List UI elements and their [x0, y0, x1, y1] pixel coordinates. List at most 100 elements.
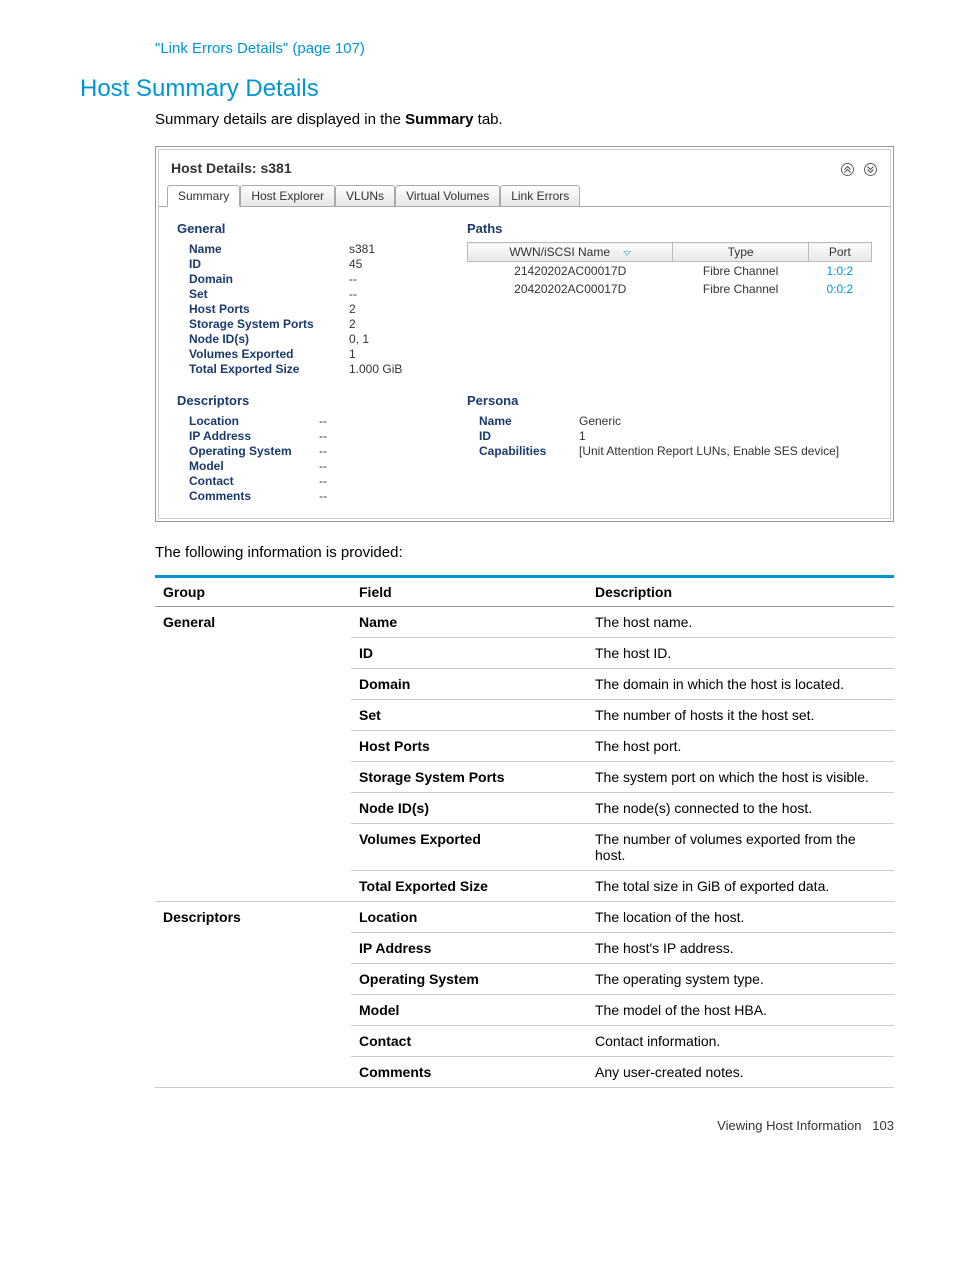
paths-port-link[interactable]: 0:0:2: [808, 280, 871, 298]
collapse-up-icon[interactable]: [836, 160, 859, 176]
descriptor-value: --: [319, 474, 327, 488]
table-row: Operating SystemThe operating system typ…: [155, 964, 894, 995]
cell-group: [155, 700, 351, 731]
tab-summary[interactable]: Summary: [167, 185, 240, 207]
persona-heading: Persona: [467, 393, 872, 408]
table-row: CommentsAny user-created notes.: [155, 1057, 894, 1088]
table-row: IDThe host ID.: [155, 638, 894, 669]
descriptor-value: --: [319, 444, 327, 458]
col-description: Description: [587, 577, 894, 607]
cell-description: The system port on which the host is vis…: [587, 762, 894, 793]
general-key: ID: [177, 257, 349, 271]
descriptor-value: --: [319, 429, 327, 443]
persona-key: ID: [467, 429, 579, 443]
link-errors-details-link[interactable]: "Link Errors Details" (page 107): [155, 40, 894, 57]
paths-col-type[interactable]: Type: [673, 243, 808, 262]
paths-wwn: 21420202AC00017D: [468, 262, 673, 281]
cell-description: The location of the host.: [587, 902, 894, 933]
intro-post: tab.: [474, 111, 503, 128]
field-description-table: Group Field Description GeneralNameThe h…: [155, 575, 894, 1088]
cell-field: Node ID(s): [351, 793, 587, 824]
cell-description: The node(s) connected to the host.: [587, 793, 894, 824]
cell-field: Name: [351, 607, 587, 638]
cell-description: The total size in GiB of exported data.: [587, 871, 894, 902]
descriptor-value: --: [319, 489, 327, 503]
paths-heading: Paths: [467, 221, 872, 236]
table-row: ModelThe model of the host HBA.: [155, 995, 894, 1026]
cell-description: The host name.: [587, 607, 894, 638]
cell-group: [155, 871, 351, 902]
col-group: Group: [155, 577, 351, 607]
tab-vluns[interactable]: VLUNs: [335, 185, 395, 206]
cell-field: Contact: [351, 1026, 587, 1057]
general-key: Name: [177, 242, 349, 256]
cell-description: The number of volumes exported from the …: [587, 824, 894, 871]
general-heading: General: [177, 221, 437, 236]
cell-description: The domain in which the host is located.: [587, 669, 894, 700]
general-value: 2: [349, 317, 356, 331]
host-details-panel: Host Details: s381 SummaryHost ExplorerV…: [155, 146, 894, 522]
tab-virtual-volumes[interactable]: Virtual Volumes: [395, 185, 500, 206]
general-value: --: [349, 287, 357, 301]
cell-field: Operating System: [351, 964, 587, 995]
cell-field: Total Exported Size: [351, 871, 587, 902]
cell-description: The host port.: [587, 731, 894, 762]
table-row: Host PortsThe host port.: [155, 731, 894, 762]
persona-value: 1: [579, 429, 586, 443]
general-key: Node ID(s): [177, 332, 349, 346]
general-value: 1: [349, 347, 356, 361]
table-intro: The following information is provided:: [155, 544, 894, 561]
general-value: 0, 1: [349, 332, 369, 346]
persona-value: [Unit Attention Report LUNs, Enable SES …: [579, 444, 839, 458]
table-row: DescriptorsLocationThe location of the h…: [155, 902, 894, 933]
descriptor-key: IP Address: [177, 429, 319, 443]
descriptor-value: --: [319, 414, 327, 428]
persona-value: Generic: [579, 414, 621, 428]
table-row: DomainThe domain in which the host is lo…: [155, 669, 894, 700]
paths-port-link[interactable]: 1:0:2: [808, 262, 871, 281]
general-value: --: [349, 272, 357, 286]
cell-group: [155, 793, 351, 824]
descriptor-key: Location: [177, 414, 319, 428]
general-key: Host Ports: [177, 302, 349, 316]
descriptor-value: --: [319, 459, 327, 473]
general-value: s381: [349, 242, 375, 256]
table-row: Volumes ExportedThe number of volumes ex…: [155, 824, 894, 871]
collapse-down-icon[interactable]: [859, 160, 878, 176]
table-row: GeneralNameThe host name.: [155, 607, 894, 638]
general-key: Set: [177, 287, 349, 301]
cell-field: Model: [351, 995, 587, 1026]
table-row: Total Exported SizeThe total size in GiB…: [155, 871, 894, 902]
table-row: Storage System PortsThe system port on w…: [155, 762, 894, 793]
cell-group: [155, 1026, 351, 1057]
section-heading: Host Summary Details: [70, 75, 894, 103]
paths-row[interactable]: 21420202AC00017DFibre Channel1:0:2: [468, 262, 872, 281]
intro-text: Summary details are displayed in the Sum…: [155, 111, 894, 128]
persona-key: Capabilities: [467, 444, 579, 458]
panel-title: Host Details: s381: [171, 160, 292, 176]
cell-group: [155, 669, 351, 700]
cell-group: [155, 762, 351, 793]
paths-col-port[interactable]: Port: [808, 243, 871, 262]
paths-type: Fibre Channel: [673, 262, 808, 281]
general-key: Storage System Ports: [177, 317, 349, 331]
tab-host-explorer[interactable]: Host Explorer: [240, 185, 335, 206]
cell-field: ID: [351, 638, 587, 669]
cell-group: [155, 1057, 351, 1088]
cell-group: [155, 638, 351, 669]
cell-group: [155, 731, 351, 762]
sort-icon[interactable]: ▽: [623, 250, 631, 257]
tab-link-errors[interactable]: Link Errors: [500, 185, 580, 206]
intro-pre: Summary details are displayed in the: [155, 111, 405, 128]
cell-group: General: [155, 607, 351, 638]
general-value: 1.000 GiB: [349, 362, 402, 376]
table-row: SetThe number of hosts it the host set.: [155, 700, 894, 731]
paths-col-wwn[interactable]: WWN/iSCSI Name ▽: [468, 243, 673, 262]
cell-group: [155, 995, 351, 1026]
cell-field: Storage System Ports: [351, 762, 587, 793]
footer-text: Viewing Host Information: [717, 1118, 861, 1133]
persona-key: Name: [467, 414, 579, 428]
descriptor-key: Contact: [177, 474, 319, 488]
table-row: IP AddressThe host's IP address.: [155, 933, 894, 964]
paths-row[interactable]: 20420202AC00017DFibre Channel0:0:2: [468, 280, 872, 298]
